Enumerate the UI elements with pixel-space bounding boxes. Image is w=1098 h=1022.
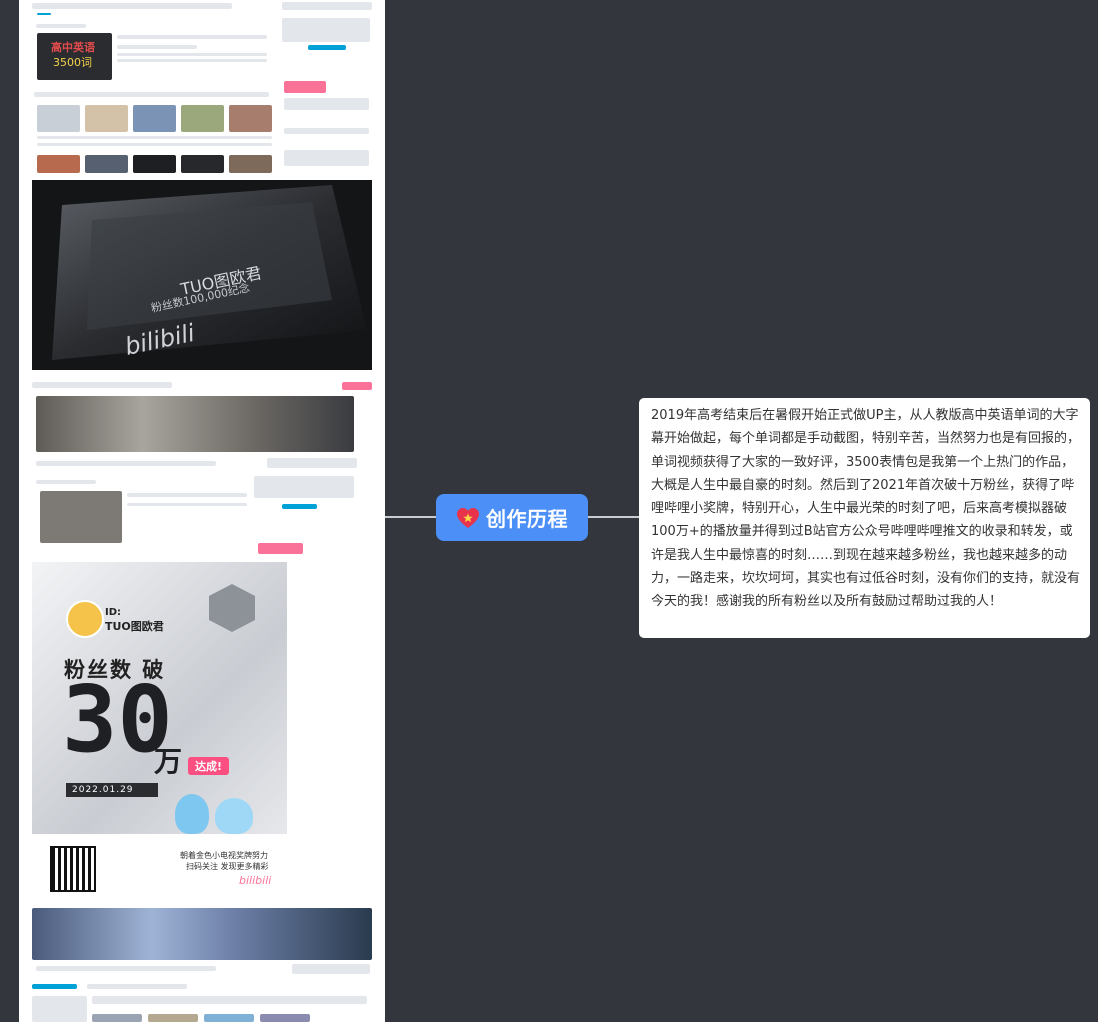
topic-title: 创作历程 [486,507,568,531]
mascot-icon [175,794,209,834]
profile-page-screenshot: 高中英语 3500词 [32,0,372,176]
plaque-illustration: TUO图欧君 粉丝数100,000纪念 bilibili [32,180,372,370]
connector-right [588,516,639,518]
connector-left [385,516,436,518]
english-card-subtitle: 3500词 [53,56,92,69]
heart-star-icon [457,507,479,528]
topic-node[interactable]: 创作历程 [436,494,588,541]
milestone-id-label: ID: [105,607,122,618]
milestone-poster: ID: TUO图欧君 粉丝数 破 30 万 达成! 2022.01.29 朝着金… [32,562,287,902]
note-box[interactable]: 2019年高考结束后在暑假开始正式做UP主，从人教版高中英语单词的大字幕开始做起… [639,398,1090,638]
qr-code-icon [50,846,96,892]
milestone-id: TUO图欧君 [105,620,164,633]
milestone-brand: bilibili [239,874,272,887]
english-card-thumbnail: 高中英语 3500词 [37,33,112,80]
screenshot-column: 高中英语 3500词 TUO图欧君 粉丝数100,000纪念 bilibili … [19,0,385,1022]
note-text: 2019年高考结束后在暑假开始正式做UP主，从人教版高中英语单词的大字幕开始做起… [651,408,1081,610]
profile-header-screenshot [32,378,372,555]
english-card-title: 高中英语 [51,41,95,54]
milestone-caption2: 扫码关注 发现更多精彩 [186,862,269,871]
mascot-icon [215,798,253,834]
plaque-photo: TUO图欧君 粉丝数100,000纪念 bilibili [32,180,372,370]
milestone-badge: 达成! [188,757,230,775]
profile-banner-screenshot [32,908,372,1022]
milestone-unit: 万 [154,745,183,778]
milestone-date: 2022.01.29 [66,783,158,797]
avatar [66,600,104,638]
milestone-caption1: 朝着金色小电视奖牌努力 [180,851,268,860]
